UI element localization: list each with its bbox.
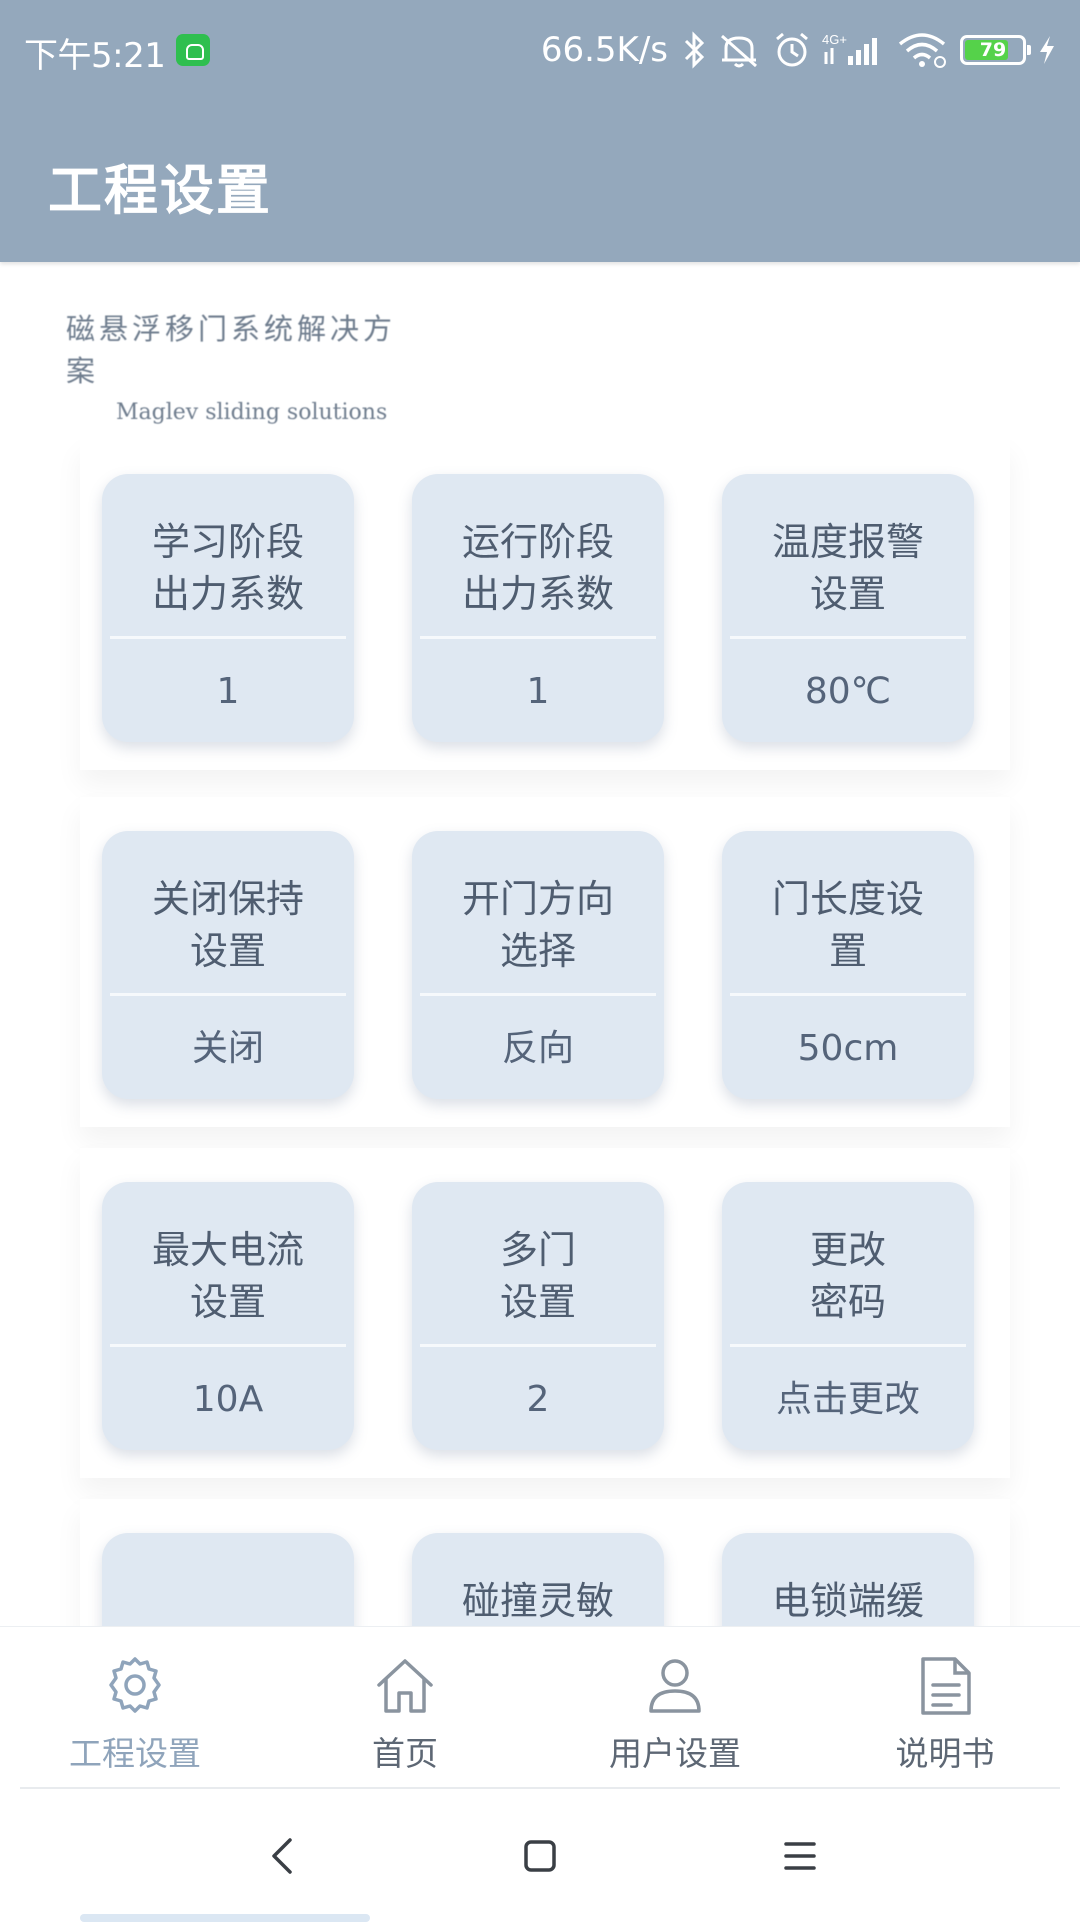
menu-icon[interactable] (760, 1816, 840, 1896)
gear-icon (109, 1657, 161, 1713)
setting-value: 1 (216, 671, 240, 712)
setting-value: 2 (526, 1379, 550, 1420)
nav-tab-engineering-settings[interactable]: 工程设置 (0, 1627, 270, 1789)
bluetooth-icon (684, 31, 705, 69)
brand-title-cn: 磁悬浮移门系统解决方案 (66, 312, 397, 388)
network-type-label: 4G+ (822, 32, 847, 47)
setting-card-electric-lock[interactable]: 电锁端缓 (722, 1533, 974, 1626)
document-icon (921, 1657, 971, 1715)
home-indicator (80, 1914, 370, 1922)
system-navigation-bar (0, 1790, 1080, 1920)
nav-label: 用户设置 (609, 1734, 741, 1773)
setting-title: 关闭保持 设置 (151, 877, 304, 973)
divider (110, 1344, 346, 1347)
setting-value: 10A (192, 1379, 264, 1420)
nav-label: 工程设置 (69, 1734, 201, 1773)
setting-title: 一压设置 (112, 1575, 344, 1626)
setting-card-running-force[interactable]: 运行阶段 出力系数 1 (412, 474, 664, 742)
settings-row: 学习阶段 出力系数 1 运行阶段 出力系数 1 温度报警 设置 80℃ (80, 440, 1010, 770)
setting-card-max-current[interactable]: 最大电流 设置 10A (102, 1182, 354, 1450)
user-icon (649, 1659, 701, 1713)
setting-title: 运行阶段 出力系数 (461, 520, 614, 616)
setting-card-temperature-alarm[interactable]: 温度报警 设置 80℃ (722, 474, 974, 742)
nav-tab-home[interactable]: 首页 (270, 1627, 540, 1789)
setting-value: 关闭 (191, 1028, 264, 1069)
divider (420, 1344, 656, 1347)
back-icon[interactable] (244, 1816, 324, 1896)
status-time: 下午5:21 (24, 36, 166, 76)
setting-card-pressure[interactable]: 一压设置 (102, 1533, 354, 1626)
status-icons: 66.5K/s 4G+ 79 (541, 26, 1058, 74)
settings-grid: 学习阶段 出力系数 1 运行阶段 出力系数 1 温度报警 设置 80℃ 关闭保持… (0, 440, 1080, 1626)
divider (730, 993, 966, 996)
divider (20, 1787, 1060, 1789)
setting-value: 50cm (797, 1028, 899, 1069)
settings-row: 关闭保持 设置 关闭 开门方向 选择 反向 门长度设 置 50cm (80, 797, 1010, 1127)
setting-title: 碰撞灵敏 (461, 1579, 614, 1623)
setting-title: 温度报警 设置 (771, 520, 924, 616)
setting-value: 点击更改 (775, 1379, 920, 1420)
setting-title: 门长度设 置 (771, 877, 924, 973)
mute-icon (721, 34, 757, 68)
divider (420, 993, 656, 996)
home-square-icon[interactable] (500, 1816, 580, 1896)
nav-label: 首页 (372, 1734, 438, 1773)
setting-title: 多门 设置 (499, 1228, 576, 1324)
setting-title: 学习阶段 出力系数 (151, 520, 304, 616)
setting-title: 电锁端缓 (771, 1579, 924, 1623)
divider (730, 636, 966, 639)
setting-card-open-direction[interactable]: 开门方向 选择 反向 (412, 831, 664, 1099)
wifi-icon (898, 33, 946, 68)
app-notification-icon (176, 34, 210, 66)
setting-title: 更改 密码 (809, 1228, 886, 1324)
charging-icon (1040, 36, 1054, 64)
setting-card-collision-sensitivity[interactable]: 碰撞灵敏 (412, 1533, 664, 1626)
divider (110, 993, 346, 996)
page-title: 工程设置 (48, 159, 272, 222)
network-speed: 66.5K/s (540, 30, 668, 70)
status-bar: 下午5:21 66.5K/s 4G+ 79 (0, 0, 1080, 100)
divider (730, 1344, 966, 1347)
settings-row: 最大电流 设置 10A 多门 设置 2 更改 密码 点击更改 (80, 1148, 1010, 1478)
signal-icon: 4G+ (822, 32, 877, 65)
settings-row: 一压设置 碰撞灵敏 电锁端缓 (80, 1499, 1010, 1626)
setting-card-change-password[interactable]: 更改 密码 点击更改 (722, 1182, 974, 1450)
setting-card-door-length[interactable]: 门长度设 置 50cm (722, 831, 974, 1099)
home-icon (377, 1659, 433, 1713)
setting-title: 最大电流 设置 (151, 1228, 304, 1324)
app-bar: 下午5:21 66.5K/s 4G+ 79 工程设置 (0, 0, 1080, 262)
bottom-navigation: 工程设置 首页 用户设置 说明书 (0, 1626, 1080, 1788)
setting-card-multi-door[interactable]: 多门 设置 2 (412, 1182, 664, 1450)
setting-title: 开门方向 选择 (461, 877, 614, 973)
battery-icon: 79 (960, 35, 1031, 65)
setting-card-close-hold[interactable]: 关闭保持 设置 关闭 (102, 831, 354, 1099)
setting-card-learning-force[interactable]: 学习阶段 出力系数 1 (102, 474, 354, 742)
setting-value: 反向 (501, 1028, 574, 1069)
nav-tab-user-settings[interactable]: 用户设置 (540, 1627, 810, 1789)
setting-value: 80℃ (804, 671, 892, 712)
alarm-icon (776, 32, 808, 67)
setting-value: 1 (526, 671, 550, 712)
brand-title-en: Maglev sliding solutions (116, 400, 388, 425)
divider (110, 636, 346, 639)
battery-level: 79 (979, 39, 1007, 61)
brand-logo: 磁悬浮移门系统解决方案 Maglev sliding solutions (66, 306, 426, 425)
nav-label: 说明书 (895, 1734, 995, 1773)
divider (420, 636, 656, 639)
nav-tab-manual[interactable]: 说明书 (810, 1627, 1080, 1789)
